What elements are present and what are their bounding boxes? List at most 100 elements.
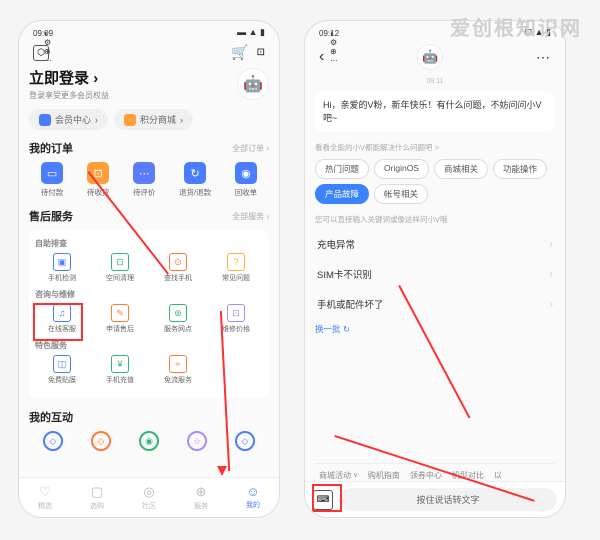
content-area: ⬡ 🛒 ⊡ 立即登录 › 登录享受更多会员权益 🤖 会员中心 › 积分商城› 我的… xyxy=(19,40,279,477)
cart-icon[interactable]: 🛒 xyxy=(231,44,248,61)
nav-label: 精选 xyxy=(38,501,52,511)
status-right: ▬ ▲ ▮ xyxy=(237,27,265,38)
service-icon: ✎ xyxy=(111,304,129,322)
points-mall-pill[interactable]: 积分商城› xyxy=(114,109,193,130)
interact-item[interactable]: ◉ xyxy=(139,431,159,451)
question-item[interactable]: 手机或配件坏了 › xyxy=(315,289,555,319)
nav-item-选购[interactable]: ▢选购 xyxy=(90,484,104,511)
service-item[interactable]: ⊚ 服务网点 xyxy=(151,304,205,334)
status-time: 09:09 xyxy=(33,29,41,37)
service-icon: ? xyxy=(227,253,245,271)
back-button[interactable]: ‹ xyxy=(319,48,324,66)
order-label: 待付款 xyxy=(41,187,64,198)
bottom-tag[interactable]: 以 xyxy=(494,470,502,481)
order-row: ▭待付款⊡待收货⋯待评价↻退货/退款◉回收单 xyxy=(29,162,269,198)
chevron-right-icon: › xyxy=(550,239,553,250)
service-item[interactable]: ⊙查找手机 xyxy=(151,253,205,283)
login-section[interactable]: 立即登录 › 登录享受更多会员权益 🤖 xyxy=(29,67,269,101)
order-label: 待评价 xyxy=(133,187,156,198)
nav-label: 我的 xyxy=(246,500,260,510)
interact-item[interactable]: ☆ xyxy=(187,431,207,451)
order-icon: ◉ xyxy=(235,162,257,184)
phone-left: 09:09 ◐ ⚙ ⊕ ⋯ ▬ ▲ ▮ ⬡ 🛒 ⊡ 立即登录 › 登录享受更多会… xyxy=(18,20,280,518)
chat-timestamp: 09:11 xyxy=(315,78,555,85)
login-arrow: › xyxy=(93,70,98,87)
nav-icon: ▢ xyxy=(91,484,103,500)
chevron-right-icon: › xyxy=(550,299,553,310)
login-subtitle: 登录享受更多会员权益 xyxy=(29,90,109,101)
arrow-icon: › xyxy=(95,115,98,125)
diamond-icon xyxy=(39,114,51,126)
nav-icon: ◎ xyxy=(143,484,154,500)
service-grid: ◫免费贴膜¥手机充值≈免流服务 xyxy=(35,355,263,385)
service-label: 维修价格 xyxy=(222,324,250,334)
nav-item-我的[interactable]: ☺我的 xyxy=(246,484,260,511)
bottom-tag[interactable]: 商城活动 ˅ xyxy=(319,470,358,481)
service-group-title: 特色服务 xyxy=(35,340,263,351)
service-label: 常见问题 xyxy=(222,273,250,283)
order-label: 退货/退款 xyxy=(179,187,211,198)
category-chips: 热门问题OriginOS商城相关功能操作产品故障帐号相关 xyxy=(315,159,555,204)
service-label: 申请售后 xyxy=(106,324,134,334)
service-item[interactable]: ⊡空间清理 xyxy=(93,253,147,283)
service-item[interactable]: ✎ 申请售后 xyxy=(93,304,147,334)
question-text: 手机或配件坏了 xyxy=(317,297,384,311)
service-item[interactable]: ≈免流服务 xyxy=(151,355,205,385)
bot-avatar-icon: 🤖 xyxy=(417,44,443,70)
voice-input[interactable]: 按住说话转文字 xyxy=(339,488,557,511)
order-label: 回收单 xyxy=(235,187,258,198)
interact-item[interactable]: ◇ xyxy=(235,431,255,451)
category-chip[interactable]: 热门问题 xyxy=(315,159,369,179)
service-label: 服务网点 xyxy=(164,324,192,334)
question-item[interactable]: 充电异常 › xyxy=(315,229,555,259)
question-item[interactable]: SIM卡不识别› xyxy=(315,259,555,289)
service-icon: ⊚ xyxy=(169,304,187,322)
service-more[interactable]: 全部服务 › xyxy=(232,211,269,222)
service-item[interactable]: ¥手机充值 xyxy=(93,355,147,385)
nav-item-精选[interactable]: ♡精选 xyxy=(38,484,52,511)
orders-title: 我的订单 xyxy=(29,140,73,156)
service-label: 空间清理 xyxy=(106,273,134,283)
category-chip[interactable]: OriginOS xyxy=(374,159,429,179)
orders-more[interactable]: 全部订单 › xyxy=(232,143,269,154)
order-item[interactable]: ↻退货/退款 xyxy=(179,162,211,198)
service-item[interactable]: ◫免费贴膜 xyxy=(35,355,89,385)
service-item[interactable]: ⊡维修价格 xyxy=(209,304,263,334)
avatar-icon[interactable]: 🤖 xyxy=(237,68,269,100)
hint-text-2: 您可以直接输入关键词或像这样问小V哦 xyxy=(315,214,555,225)
service-label: 免流服务 xyxy=(164,375,192,385)
hint-text[interactable]: 看看全能的小V都能解决什么问题吧 > xyxy=(315,142,555,153)
nav-label: 选购 xyxy=(90,501,104,511)
bottom-tag[interactable]: 领券中心 xyxy=(410,470,442,481)
category-chip[interactable]: 功能操作 xyxy=(493,159,547,179)
order-item[interactable]: ⋯待评价 xyxy=(133,162,156,198)
settings-icon[interactable]: ⬡ xyxy=(33,45,49,61)
bottom-tag[interactable]: 购机指南 xyxy=(368,470,400,481)
service-item[interactable]: ▣手机检测 xyxy=(35,253,89,283)
interact-item[interactable]: ◇ xyxy=(91,431,111,451)
category-chip[interactable]: 产品故障 xyxy=(315,184,369,204)
nav-item-社区[interactable]: ◎社区 xyxy=(142,484,156,511)
refresh-button[interactable]: 换一批 ↻ xyxy=(315,323,555,335)
service-header: 售后服务 全部服务 › xyxy=(29,208,269,224)
category-chip[interactable]: 商城相关 xyxy=(434,159,488,179)
member-center-pill[interactable]: 会员中心 › xyxy=(29,109,108,130)
order-item[interactable]: ▭待付款 xyxy=(41,162,64,198)
question-list: 充电异常 › SIM卡不识别› 手机或配件坏了 › xyxy=(315,229,555,319)
question-text: SIM卡不识别 xyxy=(317,267,372,281)
member-label: 会员中心 xyxy=(55,113,91,126)
annotation-box xyxy=(312,484,342,512)
service-icon: ▣ xyxy=(53,253,71,271)
phone-right: 09:12 ◐ ⚙ ⊕ ⋯ ⊡ ▲ ▮ ‹ 🤖 ⋯ 09:11 Hi，亲爱的V粉… xyxy=(304,20,566,518)
service-item[interactable]: ? 常见问题 xyxy=(209,253,263,283)
phone-container: 09:09 ◐ ⚙ ⊕ ⋯ ▬ ▲ ▮ ⬡ 🛒 ⊡ 立即登录 › 登录享受更多会… xyxy=(0,0,600,538)
nav-item-服务[interactable]: ⊕服务 xyxy=(194,484,208,511)
order-item[interactable]: ◉ 回收单 xyxy=(235,162,258,198)
interact-header: 我的互动 xyxy=(29,409,269,425)
category-chip[interactable]: 帐号相关 xyxy=(374,184,428,204)
question-text: 充电异常 xyxy=(317,237,355,251)
scan-icon[interactable]: ⊡ xyxy=(257,47,265,58)
interact-row: ◇ ◇ ◉ ☆ ◇ xyxy=(29,431,269,451)
more-icon[interactable]: ⋯ xyxy=(536,49,551,66)
interact-item[interactable]: ◇ xyxy=(43,431,63,451)
